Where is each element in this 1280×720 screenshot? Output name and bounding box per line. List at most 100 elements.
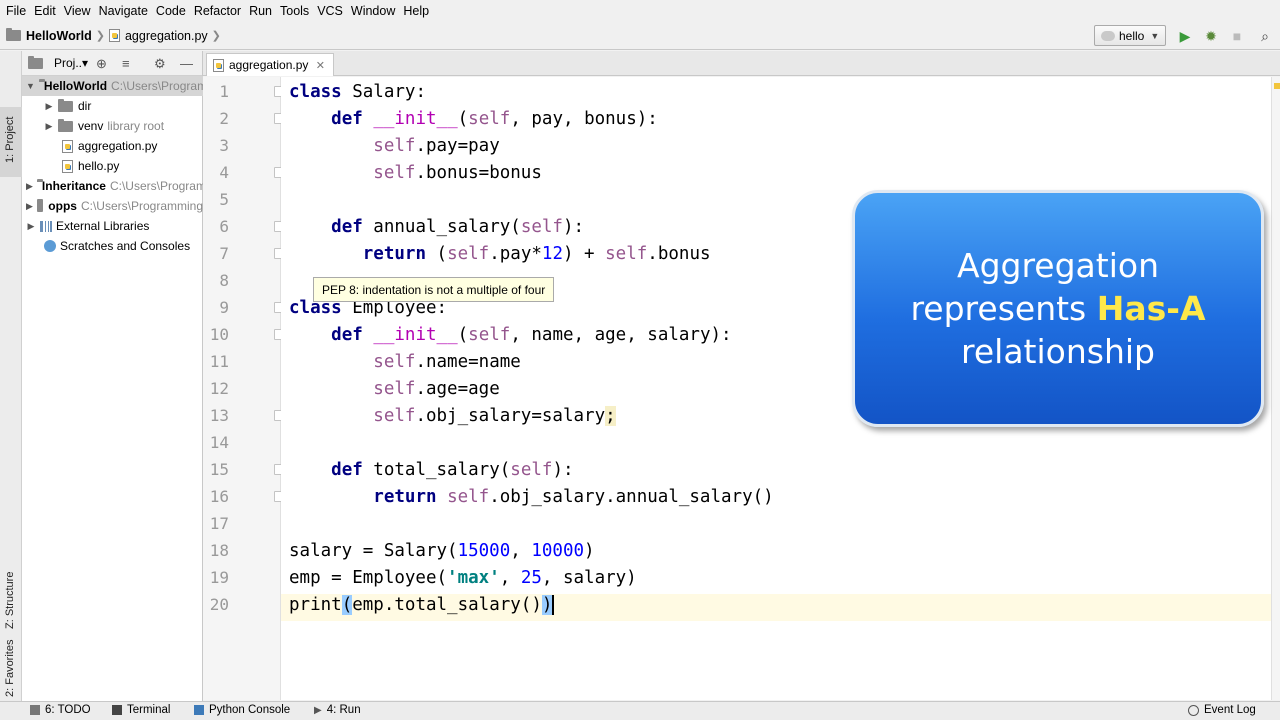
code-line: def annual_salary(self):: [289, 214, 584, 241]
left-tool-strip: 1: Project Z: Structure 2: Favorites: [0, 51, 22, 701]
line-number: 17: [209, 514, 229, 533]
tree-item-hello-py[interactable]: hello.py: [22, 156, 203, 176]
menu-view[interactable]: View: [60, 0, 95, 22]
inspection-tooltip: PEP 8: indentation is not a multiple of …: [313, 277, 555, 302]
callout-highlight: Has-A: [1096, 289, 1206, 328]
run-configuration-label: hello: [1119, 28, 1145, 43]
tree-item-helloworld[interactable]: ▼ HelloWorld C:\Users\Programming: [22, 76, 203, 96]
line-number: 5: [219, 190, 229, 209]
number-literal: 10000: [531, 541, 585, 561]
run-icon[interactable]: ▶: [1177, 28, 1193, 44]
chevron-right-icon: ❯: [95, 30, 105, 42]
number-literal: 15000: [457, 541, 511, 561]
self-keyword: self: [373, 352, 416, 372]
folder-icon: [6, 28, 21, 41]
tree-item-venv[interactable]: ▶ venv library root: [22, 116, 203, 136]
run-tool-button[interactable]: ▶ 4: Run: [314, 704, 361, 716]
folder-icon: [58, 98, 73, 112]
tab-aggregation-py[interactable]: aggregation.py ✕: [206, 53, 334, 76]
menu-vcs[interactable]: VCS: [313, 0, 347, 22]
code-text: print: [289, 595, 342, 615]
string-literal: 'max': [447, 568, 500, 588]
code-text: ,: [499, 568, 521, 588]
python-file-icon: [62, 139, 73, 153]
editor-error-stripe: [1271, 77, 1280, 700]
search-icon[interactable]: ⌕: [1257, 28, 1273, 44]
project-view-dropdown[interactable]: Proj..▾: [54, 56, 88, 70]
code-text: .bonus: [647, 244, 711, 264]
menu-file[interactable]: File: [2, 0, 30, 22]
code-line: return self.obj_salary.annual_salary(): [289, 484, 773, 511]
tree-item-opps[interactable]: ▶ opps C:\Users\Programming: [22, 196, 203, 216]
code-line: print(emp.total_salary()): [289, 592, 555, 619]
debug-icon[interactable]: ✹: [1203, 28, 1219, 44]
keyword: def: [331, 325, 363, 345]
number-literal: 12: [541, 244, 563, 264]
project-panel: Proj..▾ ⊕ ≡ ⚙ — ▼ HelloWorld C:\Users\Pr…: [22, 51, 203, 701]
project-view-icon: [28, 55, 43, 69]
tree-item-external-libraries[interactable]: ▶ External Libraries: [22, 216, 203, 236]
menu-window[interactable]: Window: [347, 0, 399, 22]
warning-icon[interactable]: [1274, 83, 1280, 89]
code-text: __init__: [373, 109, 458, 129]
breadcrumb-file[interactable]: aggregation.py ❯: [108, 29, 225, 43]
chevron-down-icon: ▼: [1150, 30, 1160, 41]
line-number: 19: [209, 568, 229, 587]
python-console-tool-button[interactable]: Python Console: [194, 704, 290, 716]
line-number: 3: [219, 136, 229, 155]
code-line: salary = Salary(15000, 10000): [289, 538, 595, 565]
breadcrumb-project[interactable]: HelloWorld ❯: [6, 28, 109, 43]
tree-item-path: C:\Users\Programming: [80, 199, 203, 213]
menu-code[interactable]: Code: [152, 0, 190, 22]
folder-icon: [36, 198, 44, 212]
code-text: .obj_salary=salary: [415, 406, 606, 426]
line-number: 12: [209, 379, 229, 398]
self-keyword: self: [605, 244, 648, 264]
keyword: def: [331, 109, 363, 129]
todo-icon: [30, 705, 40, 715]
collapse-all-icon[interactable]: ≡: [122, 56, 130, 71]
run-configuration-select[interactable]: hello ▼: [1094, 25, 1166, 46]
menu-tools[interactable]: Tools: [276, 0, 313, 22]
code-line: class Salary:: [289, 79, 426, 106]
callout-line2: represents Has-A: [910, 287, 1205, 330]
code-text: ;: [605, 406, 616, 426]
locate-icon[interactable]: ⊕: [96, 56, 107, 72]
code-text: Salary:: [341, 82, 426, 102]
project-tool-tab[interactable]: 1: Project: [0, 107, 22, 177]
tree-item-scratches[interactable]: Scratches and Consoles: [22, 236, 203, 256]
code-text: emp = Employee(: [289, 568, 448, 588]
code-line: self.obj_salary=salary;: [289, 403, 616, 430]
code-line: def __init__(self, pay, bonus):: [331, 109, 658, 129]
tree-item-dir[interactable]: ▶ dir: [22, 96, 203, 116]
library-icon: [40, 220, 52, 232]
keyword: class: [289, 82, 342, 102]
hide-icon[interactable]: —: [180, 56, 193, 71]
menu-help[interactable]: Help: [399, 0, 433, 22]
self-keyword: self: [468, 325, 511, 345]
close-icon[interactable]: ✕: [316, 59, 325, 72]
tree-item-aggregation-py[interactable]: aggregation.py: [22, 136, 203, 156]
python-console-icon: [194, 705, 204, 715]
menu-run[interactable]: Run: [245, 0, 276, 22]
self-keyword: self: [520, 217, 563, 237]
menu-navigate[interactable]: Navigate: [95, 0, 152, 22]
gear-icon[interactable]: ⚙: [154, 56, 166, 72]
menu-refactor[interactable]: Refactor: [190, 0, 245, 22]
code-text: ): [584, 541, 595, 561]
breadcrumb-project-label: HelloWorld: [26, 28, 92, 43]
todo-tool-button[interactable]: 6: TODO: [30, 704, 91, 716]
menu-edit[interactable]: Edit: [30, 0, 60, 22]
event-log-label: Event Log: [1204, 704, 1256, 716]
stop-icon[interactable]: ■: [1229, 28, 1245, 44]
editor-tab-bar: aggregation.py ✕: [203, 51, 1280, 76]
number-literal: 25: [520, 568, 542, 588]
callout-line2-text: represents: [910, 289, 1087, 328]
callout-line3: relationship: [961, 332, 1155, 371]
tree-item-inheritance[interactable]: ▶ Inheritance C:\Users\Programming: [22, 176, 203, 196]
self-keyword: self: [373, 379, 416, 399]
terminal-tool-button[interactable]: Terminal: [112, 704, 170, 716]
event-log-tool-button[interactable]: Event Log: [1188, 704, 1256, 716]
code-line: emp = Employee('max', 25, salary): [289, 565, 637, 592]
python-console-label: Python Console: [209, 704, 291, 716]
